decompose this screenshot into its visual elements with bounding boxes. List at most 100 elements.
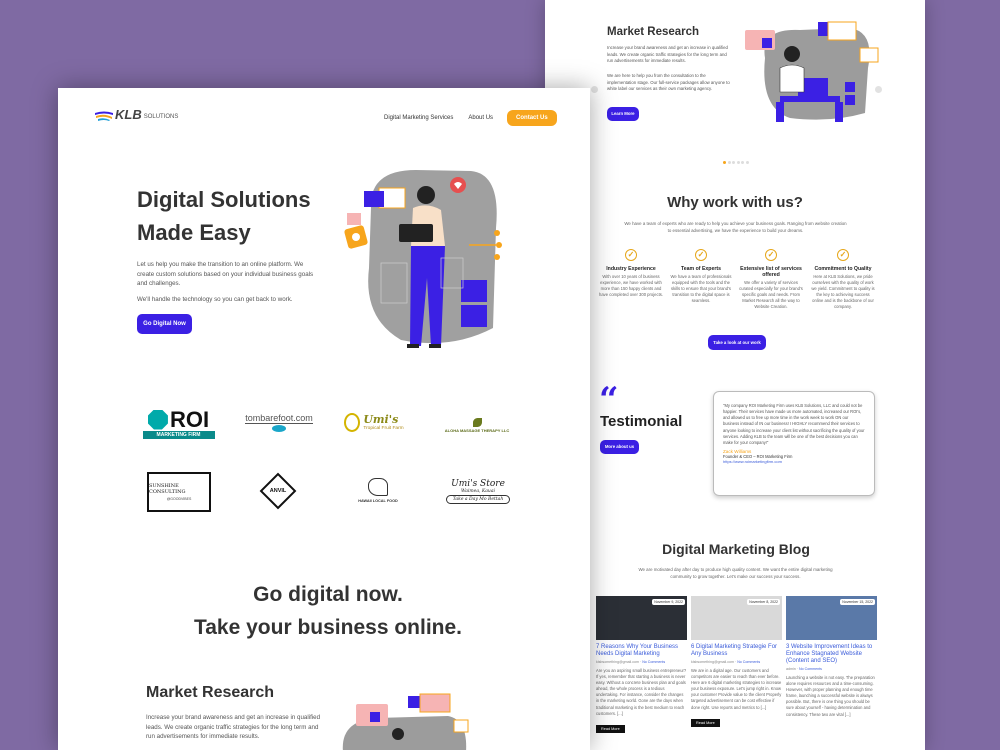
sunshine-logo-text: SUNSHINE CONSULTING	[149, 483, 186, 495]
carousel-dot[interactable]	[723, 161, 726, 164]
lemon-icon	[344, 412, 361, 432]
market-research-text-2: We are here to help you from the consult…	[607, 73, 730, 92]
umis-fruit-farm-logo: Umi's Tropical Fruit Farm	[334, 406, 414, 438]
hero-text: Let us help you make the transition to a…	[137, 261, 314, 288]
sunshine-logo-subtext: @GOODVIBES	[166, 497, 192, 501]
roi-logo-subtext: MARKETING FIRM	[142, 430, 215, 439]
hawaii-local-food-logo: HAWAII LOCAL FOOD	[348, 468, 408, 512]
umis-store-tagline: Take a Day Mo Bettah	[445, 494, 511, 504]
blog-post-image[interactable]: November 8, 2022	[691, 596, 782, 640]
market-research-title: Market Research	[146, 684, 275, 701]
checkmark-icon: ✓	[695, 249, 707, 261]
testimonial-title: Testimonial	[600, 413, 683, 430]
blog-post-author: klsbsomething@gmail.com	[691, 659, 734, 664]
blog-post-excerpt: We are in a digital age. Our customers a…	[691, 667, 782, 710]
blog-post-author: admin	[786, 666, 796, 671]
brand-name: KLB	[115, 107, 142, 122]
why-column-text: With over 10 years of business experienc…	[599, 274, 664, 298]
roi-logo-row: ROI	[147, 408, 209, 431]
roi-octagon-icon	[147, 409, 168, 430]
carousel-prev-icon[interactable]	[591, 86, 598, 93]
read-more-button[interactable]: Read More	[691, 718, 720, 727]
blog-post-meta: admin · No Comments	[786, 666, 822, 671]
blog-post-card[interactable]: November 8, 2022 6 Digital Marketing Str…	[691, 596, 782, 750]
contact-us-button[interactable]: Contact Us	[507, 110, 557, 126]
carousel-dot[interactable]	[727, 161, 731, 164]
hero-title-line1: Digital Solutions	[137, 187, 311, 212]
umis-subtitle: Tropical Fruit Farm	[363, 426, 404, 431]
market-research-text-1: Increase your brand awareness and get an…	[607, 45, 728, 64]
sunshine-consulting-logo: SUNSHINE CONSULTING @GOODVIBES	[147, 472, 211, 512]
leaf-icon	[472, 417, 482, 427]
market-research-section-back: Market Research Increase your brand awar…	[545, 0, 925, 175]
blog-post-date: November 9, 2022	[652, 599, 685, 605]
blog-post-card[interactable]: November 9, 2022 7 Reasons Why Your Busi…	[596, 596, 687, 750]
blog-post-meta: klsbsomething@gmail.com · No Comments	[691, 659, 761, 664]
checkmark-icon: ✓	[837, 249, 849, 261]
why-column-text: We offer a variety of services curated e…	[739, 280, 803, 310]
blog-post-comments[interactable]: No Comments	[799, 667, 822, 671]
tombarefoot-logo: tombarefoot.com	[239, 408, 319, 436]
checkmark-icon: ✓	[625, 249, 637, 261]
blog-post-image[interactable]: November 15, 2022	[786, 596, 877, 640]
why-column-2: ✓ Team of Experts We have a team of prof…	[669, 249, 733, 304]
read-more-button[interactable]: Read More	[596, 724, 625, 733]
blog-post-comments[interactable]: No Comments	[642, 660, 665, 664]
carousel-dot[interactable]	[745, 161, 749, 164]
why-column-text: We have a team of professionals equipped…	[670, 274, 732, 304]
why-intro: We have a team of experts who are ready …	[624, 221, 847, 233]
main-nav: Digital Marketing Services About Us Cont…	[384, 110, 557, 126]
carousel-dot[interactable]	[732, 161, 735, 164]
blog-post-card[interactable]: November 15, 2022 3 Website Improvement …	[786, 596, 877, 750]
umis-store-title: Umi's Store	[451, 478, 505, 489]
blog-post-title[interactable]: 7 Reasons Why Your Business Needs Digita…	[596, 644, 687, 658]
carousel-dot[interactable]	[741, 161, 744, 164]
nav-link-services[interactable]: Digital Marketing Services	[384, 115, 453, 121]
why-column-title: Commitment to Quality	[814, 266, 872, 272]
swoosh-logo-icon	[95, 111, 113, 121]
klb-logo[interactable]: KLB SOLUTIONS	[94, 108, 178, 121]
why-column-title: Team of Experts	[681, 266, 721, 272]
brand-subtitle: SOLUTIONS	[143, 114, 179, 120]
quote-icon: “	[599, 380, 619, 420]
umis-store-logo: Umi's Store Waimea, Kauai Take a Day Mo …	[438, 472, 518, 510]
why-title: Why work with us?	[667, 194, 803, 211]
tombarefoot-logo-text: tombarefoot.com	[245, 412, 313, 424]
hawaii-logo-text: HAWAII LOCAL FOOD	[358, 498, 398, 503]
take-a-look-button[interactable]: Take a look at our work	[708, 335, 766, 350]
blog-post-image[interactable]: November 9, 2022	[596, 596, 687, 640]
nav-link-about[interactable]: About Us	[468, 115, 493, 121]
blog-post-author: klsbsomething@gmail.com	[596, 659, 639, 664]
why-column-text: Here at KLB Solutions, we pride ourselve…	[811, 274, 875, 310]
blog-intro: We are motivated day after day to produc…	[638, 567, 833, 579]
anvil-logo: ANVIL	[256, 470, 300, 512]
back-page: Market Research Increase your brand awar…	[545, 0, 925, 750]
carousel-dot[interactable]	[736, 161, 740, 164]
hand-leaf-icon	[368, 477, 388, 496]
aloha-massage-logo: ALOHA MASSAGE THERAPY LLC	[434, 414, 520, 436]
blog-post-title[interactable]: 6 Digital Marketing Strategie For Any Bu…	[691, 644, 782, 658]
blog-post-comments[interactable]: No Comments	[737, 660, 760, 664]
learn-more-button[interactable]: Learn More	[607, 107, 639, 121]
market-research-illustration	[342, 693, 469, 750]
market-research-title: Market Research	[607, 26, 700, 38]
market-research-text: Increase your brand awareness and get an…	[146, 714, 321, 741]
blog-post-excerpt: Are you an aspiring small business entre…	[596, 667, 687, 716]
blog-post-excerpt: Launching a website is not easy. The pre…	[786, 674, 875, 717]
testimonial-quote: "My company ROI Marketing Firm uses KLB …	[723, 403, 865, 445]
carousel-dots[interactable]	[723, 161, 749, 164]
testimonial-link[interactable]: https://www.roimarketingfirm.com	[723, 459, 865, 464]
more-about-us-button[interactable]: More about us	[600, 440, 639, 454]
hero-illustration	[344, 170, 502, 348]
blog-post-date: November 15, 2022	[840, 599, 875, 605]
roi-marketing-logo: ROI MARKETING FIRM	[141, 406, 216, 441]
hero-subtext: We'll handle the technology so you can g…	[137, 296, 293, 303]
blog-post-title[interactable]: 3 Website Improvement Ideas to Enhance S…	[786, 644, 877, 665]
anvil-logo-text: ANVIL	[269, 488, 287, 494]
umis-title: Umi's	[363, 413, 399, 426]
blog-post-meta: klsbsomething@gmail.com · No Comments	[596, 659, 666, 664]
go-digital-now-button[interactable]: Go Digital Now	[137, 314, 192, 334]
market-research-illustration	[745, 21, 879, 122]
why-column-1: ✓ Industry Experience With over 10 years…	[599, 249, 663, 298]
why-column-4: ✓ Commitment to Quality Here at KLB Solu…	[811, 249, 875, 311]
